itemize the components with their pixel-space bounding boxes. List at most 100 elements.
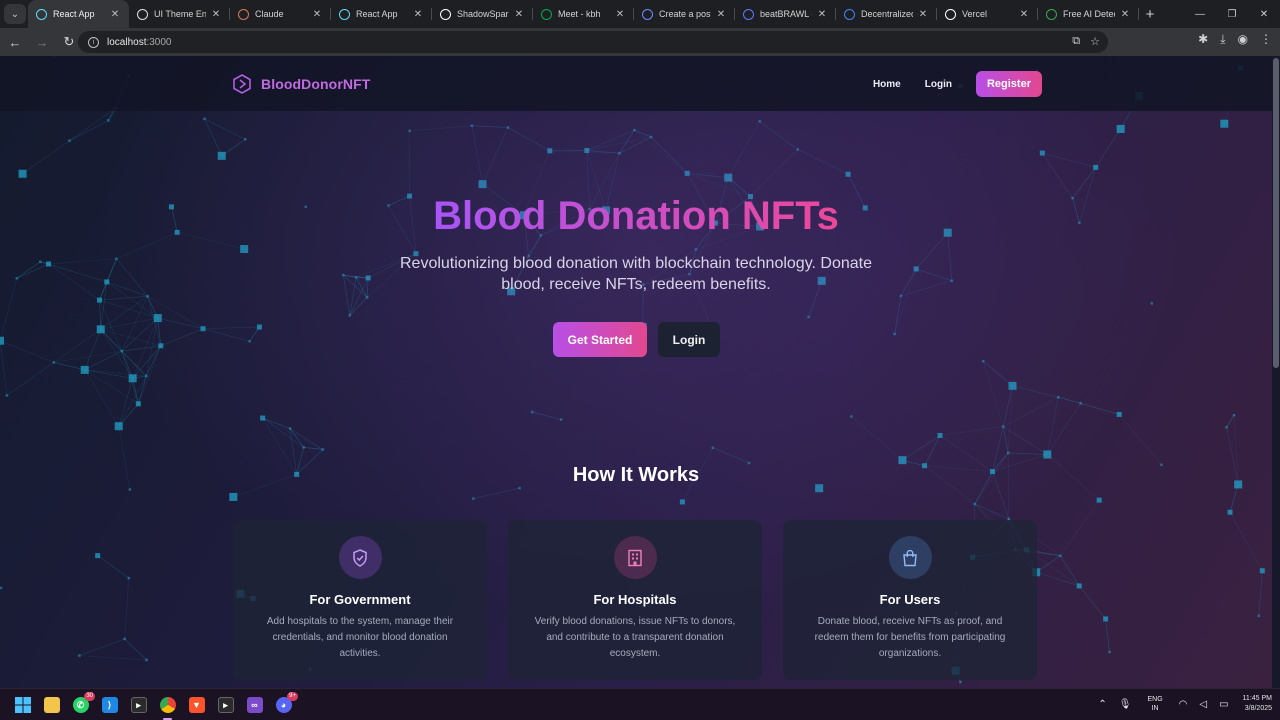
- shopping-bag-icon: [903, 549, 917, 566]
- card-text: Donate blood, receive NFTs as proof, and…: [814, 616, 1006, 659]
- browser-tab[interactable]: Claude ✕: [230, 0, 331, 28]
- wifi-icon[interactable]: ◠: [1179, 699, 1188, 710]
- browser-tab[interactable]: UI Theme Enha ✕: [129, 0, 230, 28]
- address-url: localhost:3000: [107, 36, 172, 48]
- web-page: BloodDonorNFT Home Login Register Blood …: [0, 56, 1280, 688]
- restore-button[interactable]: ❐: [1216, 0, 1248, 28]
- taskbar-vscode[interactable]: ⟩: [95, 693, 124, 717]
- tab-label: beatBRAWL - A: [760, 9, 812, 19]
- back-button[interactable]: ←: [3, 30, 27, 54]
- browser-tab[interactable]: Free AI Detect ✕: [1038, 0, 1139, 28]
- site-navbar: BloodDonorNFT Home Login Register: [0, 56, 1272, 111]
- get-started-button[interactable]: Get Started: [553, 322, 647, 357]
- address-bar[interactable]: i localhost:3000 ⧉ ☆: [78, 31, 1108, 53]
- nav-login-link[interactable]: Login: [925, 79, 952, 90]
- tab-close-icon[interactable]: ✕: [210, 9, 222, 20]
- react-icon: [36, 8, 47, 20]
- hero-subtitle: Revolutionizing blood donation with bloc…: [399, 255, 872, 293]
- claude-icon: [238, 8, 249, 20]
- tab-close-icon[interactable]: ✕: [1119, 9, 1131, 20]
- taskbar-discord[interactable]: ◕ 9+: [269, 692, 298, 717]
- taskbar-terminal-2[interactable]: ▸: [211, 693, 240, 717]
- new-tab-button[interactable]: +: [1139, 6, 1161, 23]
- site-info-icon[interactable]: i: [88, 36, 99, 48]
- hero-login-button[interactable]: Login: [658, 322, 720, 357]
- vercel-icon: [945, 8, 956, 20]
- tab-label: Vercel: [962, 9, 988, 19]
- meet-icon: [541, 8, 552, 20]
- tab-close-icon[interactable]: ✕: [715, 9, 727, 20]
- microphone-icon[interactable]: 🎙︎: [1119, 699, 1132, 710]
- browser-tab[interactable]: Meet - kbh ✕: [533, 0, 634, 28]
- browser-tab[interactable]: React App ✕: [331, 0, 432, 28]
- browser-tab[interactable]: ShadowSpark2 ✕: [432, 0, 533, 28]
- window-controls: — ❐ ✕: [1184, 0, 1280, 28]
- card-icon-wrap: [888, 536, 932, 579]
- taskbar-whatsapp[interactable]: ✆ 30: [66, 692, 95, 717]
- scrollbar-thumb[interactable]: [1273, 58, 1279, 368]
- tab-close-icon[interactable]: ✕: [1018, 9, 1030, 20]
- language-indicator[interactable]: ENG IN: [1147, 695, 1162, 713]
- users-card: For Users Donate blood, receive NFTs as …: [783, 520, 1037, 680]
- taskbar-terminal[interactable]: ▸: [124, 693, 153, 717]
- google-icon: [1046, 8, 1057, 20]
- browser-tab-strip: ⌄ React App✕UI Theme Enha✕Claude✕React A…: [0, 0, 1280, 28]
- taskbar-chrome[interactable]: [153, 693, 182, 720]
- tab-label: Claude: [255, 9, 284, 19]
- tab-label: Meet - kbh: [558, 9, 601, 19]
- profile-icon[interactable]: ◉: [1238, 32, 1248, 47]
- browser-tab[interactable]: Decentralized ✕: [836, 0, 937, 28]
- post-icon: [642, 8, 653, 20]
- tab-close-icon[interactable]: ✕: [917, 9, 929, 20]
- tab-close-icon[interactable]: ✕: [412, 9, 424, 20]
- taskbar-explorer[interactable]: [37, 693, 66, 717]
- browser-menu-icon[interactable]: ⋮: [1260, 32, 1272, 47]
- browser-tab[interactable]: React App ✕: [28, 0, 129, 28]
- start-button[interactable]: [8, 693, 37, 717]
- tab-label: UI Theme Enha: [154, 9, 206, 19]
- tab-label: React App: [356, 9, 398, 19]
- brand-name: BloodDonorNFT: [261, 76, 371, 92]
- tab-close-icon[interactable]: ✕: [513, 9, 525, 20]
- download-icon[interactable]: ⤓: [1220, 32, 1225, 47]
- card-text: Add hospitals to the system, manage thei…: [266, 616, 454, 659]
- taskbar-visual-studio[interactable]: ∞: [240, 693, 269, 717]
- system-tray: ⌃ 🎙︎ ENG IN ◠ ◁ ▭ 11:45 PM 3/8/2025: [1086, 694, 1272, 714]
- card-title: For Government: [309, 592, 411, 607]
- hero-section: Blood Donation NFTs Revolutionizing bloo…: [0, 194, 1272, 295]
- brave-icon: ▼: [188, 697, 205, 713]
- hexagon-logo-icon: [233, 74, 251, 94]
- government-card: For Government Add hospitals to the syst…: [233, 520, 487, 680]
- brand-logo[interactable]: BloodDonorNFT: [232, 74, 370, 94]
- building-icon: [628, 549, 642, 566]
- tab-close-icon[interactable]: ✕: [614, 9, 626, 20]
- tab-close-icon[interactable]: ✕: [311, 9, 323, 20]
- browser-tab[interactable]: Vercel ✕: [937, 0, 1038, 28]
- nav-home-link[interactable]: Home: [873, 79, 901, 90]
- forward-button[interactable]: →: [30, 30, 54, 54]
- install-app-icon[interactable]: ⧉: [1072, 35, 1080, 48]
- minimize-button[interactable]: —: [1184, 0, 1216, 28]
- terminal-icon: ▸: [130, 697, 147, 713]
- card-text: Verify blood donations, issue NFTs to do…: [534, 616, 736, 659]
- tab-close-icon[interactable]: ✕: [109, 9, 121, 20]
- taskbar-brave[interactable]: ▼: [182, 693, 211, 717]
- browser-tab[interactable]: beatBRAWL - A ✕: [735, 0, 836, 28]
- hero-actions: Get Started Login: [553, 322, 720, 357]
- close-window-button[interactable]: ✕: [1248, 0, 1280, 28]
- volume-icon[interactable]: ◁: [1199, 699, 1207, 710]
- hospitals-card: For Hospitals Verify blood donations, is…: [508, 520, 762, 680]
- browser-tab[interactable]: Create a post ✕: [634, 0, 735, 28]
- tab-close-icon[interactable]: ✕: [816, 9, 828, 20]
- page-scrollbar[interactable]: [1272, 56, 1280, 688]
- hero-title: Blood Donation NFTs: [433, 194, 839, 238]
- tab-label: ShadowSpark2: [457, 9, 509, 19]
- bookmark-star-icon[interactable]: ☆: [1090, 35, 1100, 48]
- tab-search-button[interactable]: ⌄: [4, 4, 26, 24]
- extensions-icon[interactable]: ✱: [1198, 32, 1208, 47]
- card-icon-wrap: [338, 536, 382, 579]
- chevron-up-icon[interactable]: ⌃: [1098, 699, 1106, 710]
- register-button[interactable]: Register: [975, 71, 1042, 97]
- clock[interactable]: 11:45 PM 3/8/2025: [1243, 694, 1272, 714]
- battery-icon[interactable]: ▭: [1219, 699, 1228, 710]
